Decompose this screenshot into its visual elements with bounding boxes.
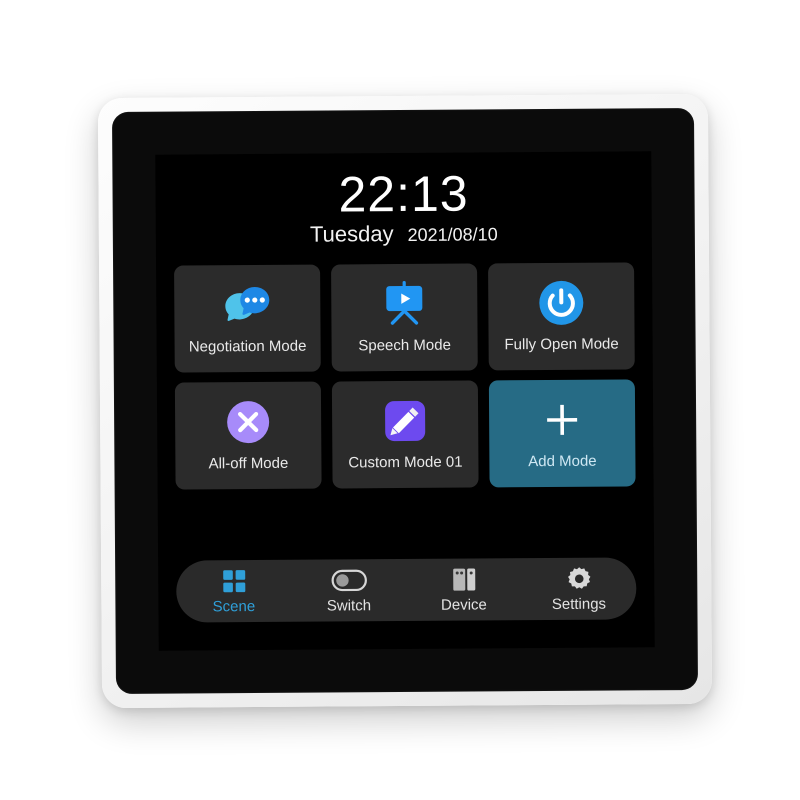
gear-icon — [566, 565, 592, 591]
power-icon — [534, 276, 588, 330]
mode-label: All-off Mode — [208, 454, 289, 473]
device-panels-icon — [451, 566, 477, 592]
nav-label: Switch — [326, 596, 372, 615]
mode-tile-negotiation[interactable]: Negotiation Mode — [174, 264, 321, 373]
nav-item-switch[interactable]: Switch — [301, 567, 397, 615]
mode-label: Custom Mode 01 — [348, 453, 463, 472]
product-photo-backdrop: 22:13 Tuesday 2021/08/10 Negotiation Mod… — [0, 0, 800, 800]
mode-label: Fully Open Mode — [504, 335, 619, 354]
nav-item-scene[interactable]: Scene — [186, 567, 282, 615]
bottom-nav-bar: Scene Switch Device Settings — [176, 557, 637, 623]
pencil-icon — [378, 394, 432, 448]
nav-item-settings[interactable]: Settings — [531, 565, 627, 613]
nav-item-device[interactable]: Device — [416, 566, 512, 614]
touch-panel-screen[interactable]: 22:13 Tuesday 2021/08/10 Negotiation Mod… — [155, 151, 655, 651]
nav-label: Settings — [551, 595, 607, 613]
mode-tile-speech[interactable]: Speech Mode — [331, 263, 478, 372]
mode-tile-grid: Negotiation Mode Speech Mode Fully Open … — [174, 262, 636, 490]
mode-tile-fully-open[interactable]: Fully Open Mode — [488, 262, 635, 371]
presentation-play-icon — [377, 277, 431, 331]
clock-block: 22:13 Tuesday 2021/08/10 — [155, 151, 652, 248]
grid-squares-icon — [222, 568, 246, 594]
plus-icon — [535, 393, 589, 447]
device-bezel: 22:13 Tuesday 2021/08/10 Negotiation Mod… — [111, 107, 699, 695]
clock-date-row: Tuesday 2021/08/10 — [156, 219, 652, 248]
mode-label: Speech Mode — [358, 336, 451, 355]
mode-tile-all-off[interactable]: All-off Mode — [174, 381, 322, 490]
nav-label: Scene — [212, 597, 256, 615]
chat-bubbles-icon — [220, 278, 274, 332]
clock-weekday: Tuesday — [309, 221, 394, 247]
clock-time: 22:13 — [338, 165, 469, 223]
toggle-off-icon — [331, 567, 367, 593]
mode-tile-custom-01[interactable]: Custom Mode 01 — [331, 380, 479, 489]
mode-label: Negotiation Mode — [188, 337, 307, 356]
mode-label: Add Mode — [528, 452, 597, 471]
clock-date: 2021/08/10 — [407, 224, 498, 245]
close-circle-icon — [221, 395, 275, 449]
nav-label: Device — [440, 595, 487, 614]
device-outer-frame: 22:13 Tuesday 2021/08/10 Negotiation Mod… — [97, 93, 713, 709]
mode-tile-add-mode[interactable]: Add Mode — [488, 379, 636, 488]
